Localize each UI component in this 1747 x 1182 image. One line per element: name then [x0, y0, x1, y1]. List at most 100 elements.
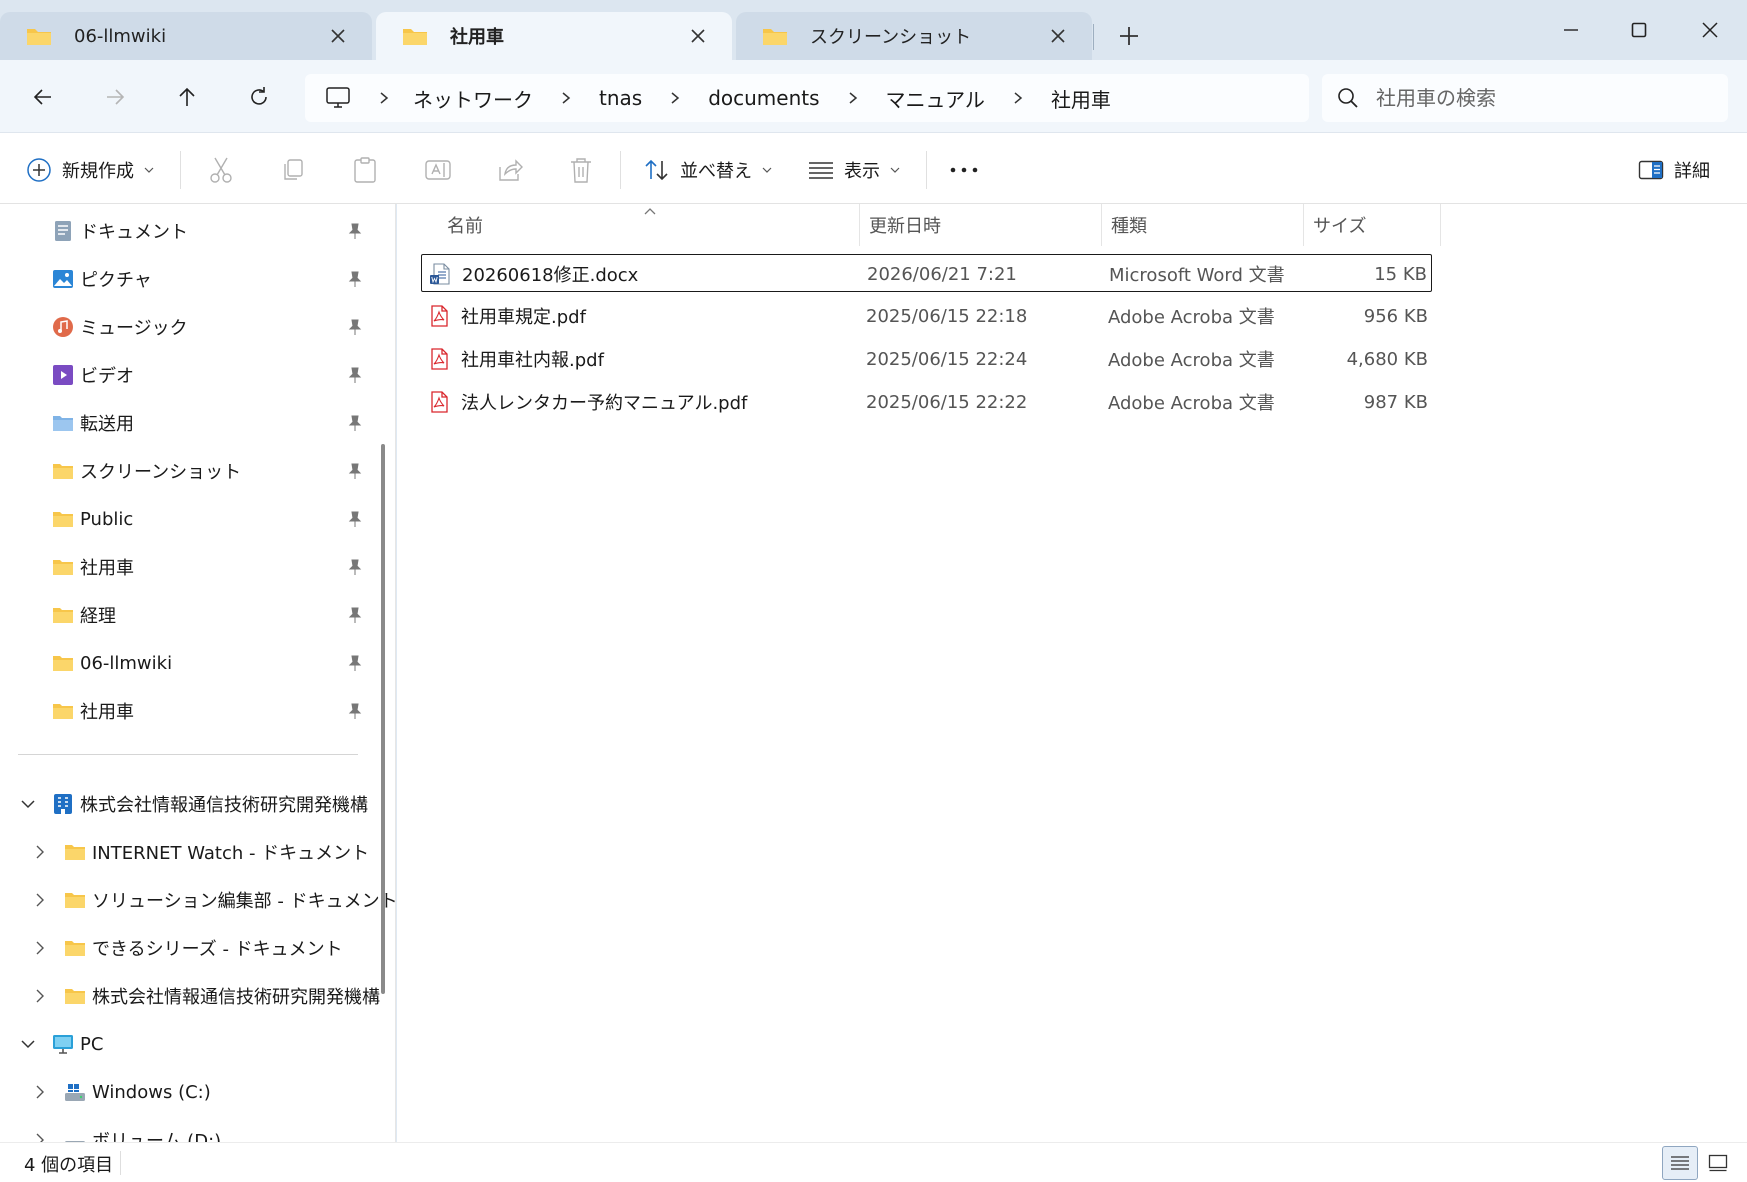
copy-button[interactable] [280, 153, 306, 187]
new-button[interactable]: 新規作成 [26, 153, 154, 187]
nav-item-documents[interactable]: ドキュメント [52, 209, 188, 253]
plus-circle-icon [27, 158, 51, 182]
file-name-cell: 法人レンタカー予約マニュアル.pdf [429, 383, 747, 421]
nav-item-org-folder[interactable]: 株式会社情報通信技術研究開発機構 [64, 974, 380, 1018]
details-pane-button[interactable]: 詳細 [1638, 153, 1710, 187]
maximize-button[interactable] [1619, 10, 1659, 50]
pin-icon[interactable] [346, 366, 364, 384]
new-label: 新規作成 [62, 161, 134, 182]
search-box[interactable] [1322, 74, 1728, 122]
pin-icon[interactable] [346, 510, 364, 528]
maximize-icon [1631, 22, 1647, 38]
status-bar: 4 個の項目 [0, 1142, 1747, 1182]
chevron-right-icon[interactable] [32, 892, 48, 908]
back-button[interactable] [26, 80, 60, 114]
address-bar[interactable]: ネットワーク tnas documents マニュアル 社用車 [305, 74, 1309, 122]
nav-item-pictures[interactable]: ピクチャ [52, 257, 152, 301]
column-header-date[interactable]: 更新日時 [869, 204, 1099, 246]
sort-button[interactable]: 並べ替え [644, 153, 772, 187]
refresh-button[interactable] [242, 80, 276, 114]
file-name: 社用車社内報.pdf [461, 350, 604, 371]
tab-06-llmwiki[interactable]: 06-llmwiki [0, 12, 372, 60]
nav-item-drive-d[interactable]: ボリューム (D:) [64, 1118, 221, 1142]
delete-button[interactable] [568, 153, 594, 187]
nav-item-internet-watch[interactable]: INTERNET Watch - ドキュメント [64, 830, 369, 874]
tab-screenshots[interactable]: スクリーンショット [736, 12, 1092, 60]
file-size: 956 KB [1363, 305, 1428, 327]
file-type: Adobe Acroba 文書 [1108, 307, 1275, 328]
nav-item-videos[interactable]: ビデオ [52, 353, 134, 397]
chevron-right-icon[interactable] [32, 1132, 48, 1142]
pin-icon[interactable] [346, 414, 364, 432]
column-header-name[interactable]: 名前 [447, 204, 837, 246]
nav-item-solution[interactable]: ソリューション編集部 - ドキュメント [64, 878, 395, 922]
nav-label: Windows (C:) [92, 1081, 211, 1103]
breadcrumb-shayosha[interactable]: 社用車 [1051, 84, 1111, 113]
pdf-icon [431, 305, 448, 327]
nav-item-public[interactable]: Public [52, 497, 133, 541]
nav-label: 転送用 [80, 414, 134, 435]
paste-button[interactable] [352, 153, 378, 187]
pin-icon[interactable] [346, 654, 364, 672]
forward-button[interactable] [98, 80, 132, 114]
nav-scrollbar[interactable] [381, 444, 385, 994]
column-header-type[interactable]: 種類 [1111, 204, 1301, 246]
close-tab-icon[interactable] [326, 24, 350, 48]
pin-icon[interactable] [346, 222, 364, 240]
nav-item-keiri[interactable]: 経理 [52, 593, 116, 637]
file-row[interactable]: 20260618修正.docx 2026/06/21 7:21 Microsof… [421, 254, 1432, 292]
file-row[interactable]: 社用車規定.pdf 2025/06/15 22:18 Adobe Acroba … [421, 297, 1432, 335]
search-input[interactable] [1376, 86, 1706, 110]
pin-icon[interactable] [346, 702, 364, 720]
drive-icon [65, 1141, 85, 1142]
file-row[interactable]: 法人レンタカー予約マニュアル.pdf 2025/06/15 22:22 Adob… [421, 383, 1432, 421]
nav-item-dekiru[interactable]: できるシリーズ - ドキュメント [64, 926, 343, 970]
file-row[interactable]: 社用車社内報.pdf 2025/06/15 22:24 Adobe Acroba… [421, 340, 1432, 378]
column-divider[interactable] [1303, 204, 1304, 246]
pin-icon[interactable] [346, 558, 364, 576]
close-window-button[interactable] [1690, 10, 1730, 50]
arrow-left-icon [33, 89, 51, 105]
nav-item-music[interactable]: ミュージック [52, 305, 188, 349]
tab-shayosha[interactable]: 社用車 [376, 12, 732, 60]
chevron-right-icon[interactable] [32, 940, 48, 956]
nav-item-organization[interactable]: 株式会社情報通信技術研究開発機構 [52, 782, 368, 826]
pin-icon[interactable] [346, 318, 364, 336]
more-options-button[interactable] [948, 153, 980, 187]
breadcrumb-manual[interactable]: マニュアル [886, 84, 985, 113]
pin-icon[interactable] [346, 606, 364, 624]
pin-icon[interactable] [346, 462, 364, 480]
nav-item-pc[interactable]: PC [52, 1022, 103, 1066]
breadcrumb-network[interactable]: ネットワーク [413, 84, 533, 113]
up-button[interactable] [170, 80, 204, 114]
chevron-down-icon[interactable] [20, 796, 36, 812]
new-tab-icon[interactable] [1115, 22, 1143, 50]
chevron-right-icon[interactable] [32, 844, 48, 860]
details-view-button[interactable] [1662, 1146, 1698, 1180]
column-header-size[interactable]: サイズ [1313, 204, 1433, 246]
nav-item-llmwiki[interactable]: 06-llmwiki [52, 641, 172, 685]
pin-icon[interactable] [346, 270, 364, 288]
column-divider[interactable] [1440, 204, 1441, 246]
chevron-down-icon[interactable] [20, 1036, 36, 1052]
chevron-right-icon[interactable] [32, 988, 48, 1004]
view-button[interactable]: 表示 [808, 153, 900, 187]
share-button[interactable] [496, 153, 524, 187]
breadcrumb-documents[interactable]: documents [708, 86, 819, 110]
nav-item-shayosha-2[interactable]: 社用車 [52, 689, 134, 733]
chevron-right-icon[interactable] [32, 1084, 48, 1100]
nav-item-drive-c[interactable]: Windows (C:) [64, 1070, 211, 1114]
close-tab-icon[interactable] [1046, 24, 1070, 48]
rename-button[interactable] [424, 153, 452, 187]
minimize-button[interactable] [1551, 10, 1591, 50]
column-divider[interactable] [859, 204, 860, 246]
nav-item-shayosha[interactable]: 社用車 [52, 545, 134, 589]
cut-button[interactable] [208, 153, 234, 187]
breadcrumb-tnas[interactable]: tnas [599, 86, 642, 110]
close-tab-icon[interactable] [686, 24, 710, 48]
column-divider[interactable] [1101, 204, 1102, 246]
tiles-view-button[interactable] [1700, 1146, 1736, 1180]
nav-item-transfer[interactable]: 転送用 [52, 401, 134, 445]
rename-icon [425, 160, 451, 180]
nav-item-screenshots[interactable]: スクリーンショット [52, 449, 241, 493]
